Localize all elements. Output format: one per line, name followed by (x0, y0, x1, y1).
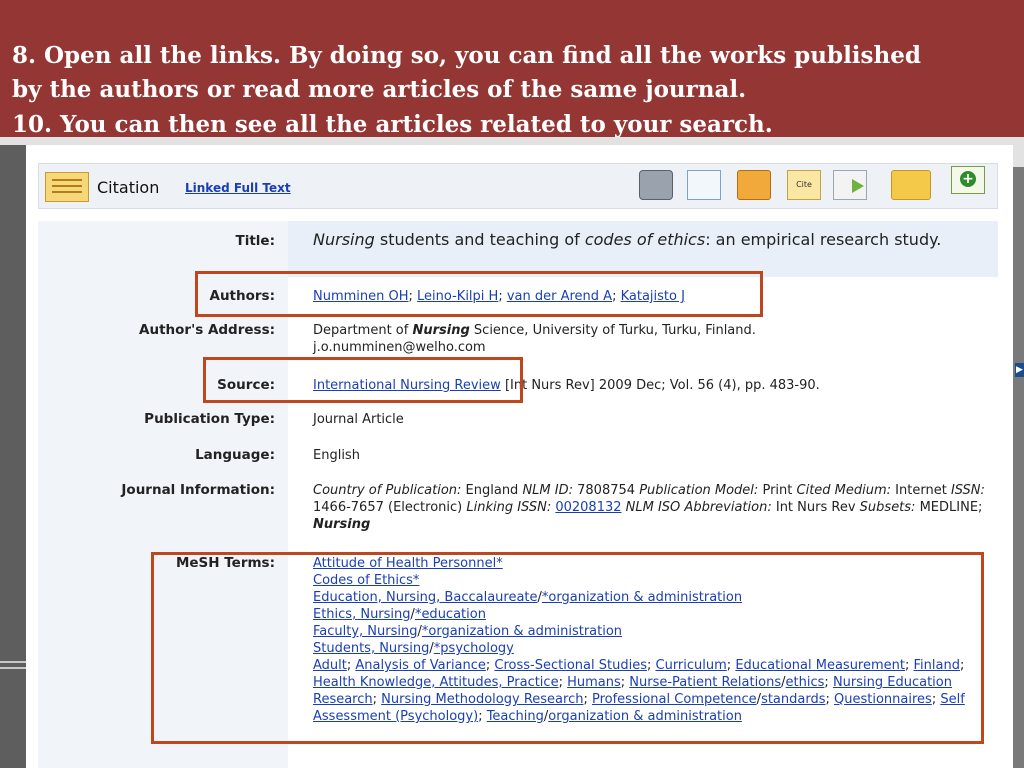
citation-tab[interactable]: Citation (97, 178, 159, 197)
divider (0, 667, 26, 669)
citation-toolbar: Citation Linked Full Text Cite + (38, 163, 998, 209)
export-icon[interactable] (833, 170, 867, 200)
folder-icon[interactable] (891, 170, 931, 200)
pubtype-label: Publication Type: (144, 411, 275, 427)
expand-arrow-icon[interactable]: ▶ (1015, 363, 1024, 377)
cite-icon[interactable]: Cite (787, 170, 821, 200)
instruction-line-2: by the authors or read more articles of … (12, 76, 747, 103)
address-label: Author's Address: (139, 322, 275, 338)
right-margin (1013, 167, 1024, 768)
mesh-highlight-box (151, 552, 984, 744)
language-value: English (313, 448, 360, 463)
instruction-line-1: 8. Open all the links. By doing so, you … (12, 42, 921, 69)
add-to-folder-icon[interactable]: + (951, 166, 985, 194)
source-highlight-box (203, 357, 523, 403)
language-label: Language: (195, 447, 275, 463)
save-icon[interactable] (737, 170, 771, 200)
instruction-line-3: 10. You can then see all the articles re… (12, 111, 773, 138)
journal-info-value: Country of Publication: England NLM ID: … (313, 483, 985, 532)
instruction-banner: 8. Open all the links. By doing so, you … (0, 0, 1024, 138)
linked-full-text-link[interactable]: Linked Full Text (185, 181, 291, 195)
linking-issn-link[interactable]: 00208132 (555, 500, 621, 515)
email-icon[interactable] (687, 170, 721, 200)
address-value: Department of Nursing Science, Universit… (313, 323, 756, 355)
divider (0, 661, 26, 663)
title-label: Title: (235, 233, 275, 249)
left-margin (0, 145, 26, 768)
article-title: Nursing students and teaching of codes o… (313, 230, 942, 249)
citation-icon (45, 172, 89, 202)
journal-info-label: Journal Information: (121, 482, 275, 498)
printer-icon[interactable] (639, 170, 673, 200)
cite-icon-label: Cite (796, 180, 812, 189)
authors-highlight-box (195, 271, 763, 317)
pubtype-value: Journal Article (313, 412, 404, 427)
